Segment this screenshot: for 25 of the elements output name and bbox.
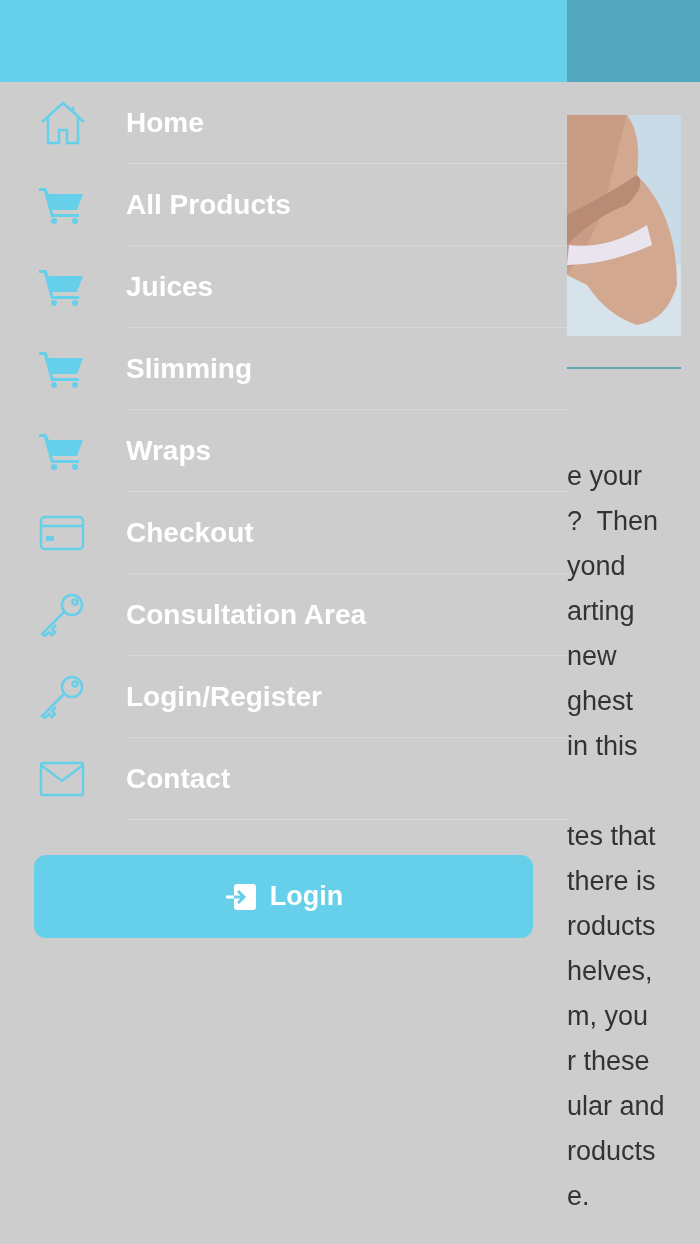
body-text: yond	[567, 550, 627, 583]
credit-card-icon	[39, 515, 85, 551]
body-text: e.	[567, 1180, 591, 1213]
cart-icon	[39, 350, 85, 388]
body-text: r these	[567, 1045, 651, 1078]
body-text: ghest	[567, 685, 635, 718]
body-text: roducts	[567, 1135, 657, 1168]
mail-icon	[39, 761, 85, 797]
body-text: e your	[567, 460, 644, 493]
house-icon	[39, 100, 87, 146]
body-text: helves,	[567, 955, 654, 988]
body-text: there is	[567, 865, 657, 898]
body-text: in this	[567, 730, 639, 763]
body-text: roducts	[567, 910, 657, 943]
cart-icon	[39, 432, 85, 470]
sign-in-icon	[223, 881, 258, 912]
login-button[interactable]: Login	[34, 855, 533, 938]
body-text: new	[567, 640, 618, 673]
cart-icon	[39, 186, 85, 224]
cart-icon	[39, 268, 85, 306]
body-text: m, you	[567, 1000, 650, 1033]
body-text: arting	[567, 595, 636, 628]
body-text: ? Then	[567, 505, 660, 538]
body-text: tes that	[567, 820, 657, 853]
body-text: ular and	[567, 1090, 666, 1123]
